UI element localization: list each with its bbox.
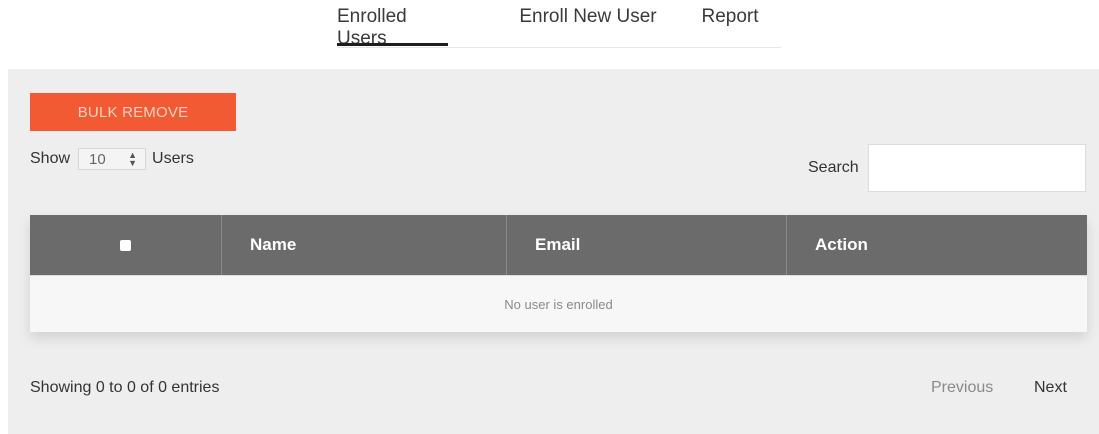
tab-enroll-new-user[interactable]: Enroll New User <box>513 6 663 46</box>
next-page-button[interactable]: Next <box>1034 379 1067 397</box>
empty-table-message: No user is enrolled <box>30 275 1087 332</box>
users-label: Users <box>152 150 194 167</box>
select-all-header <box>30 215 222 275</box>
previous-page-button[interactable]: Previous <box>931 379 993 397</box>
page-size-value: 10 <box>89 150 106 168</box>
column-header-action: Action <box>815 235 868 254</box>
search-label: Search <box>808 159 859 176</box>
table-header-row: Name Email Action <box>30 215 1087 275</box>
users-table: Name Email Action No user is enrolled <box>30 215 1087 332</box>
tab-bar: Enrolled Users Enroll New User Report <box>337 0 781 49</box>
select-arrows-icon: ▲ ▼ <box>128 150 138 168</box>
search-input[interactable] <box>868 144 1086 192</box>
active-tab-indicator <box>337 43 448 46</box>
column-header-name[interactable]: Name <box>222 215 507 275</box>
show-label: Show <box>30 150 71 167</box>
tab-enrolled-users[interactable]: Enrolled Users <box>337 6 448 49</box>
bulk-remove-button[interactable]: BULK REMOVE <box>30 93 236 131</box>
select-all-checkbox[interactable] <box>120 239 131 251</box>
column-header-email[interactable]: Email <box>507 215 787 275</box>
page-size-control: Show 10 ▲ ▼ Users <box>30 147 194 171</box>
enrolled-users-panel: BULK REMOVE Show 10 ▲ ▼ Users Search Name… <box>8 69 1099 434</box>
tab-report[interactable]: Report <box>694 6 766 46</box>
page-size-select[interactable]: 10 ▲ ▼ <box>78 148 147 170</box>
entries-info: Showing 0 to 0 of 0 entries <box>30 379 220 396</box>
